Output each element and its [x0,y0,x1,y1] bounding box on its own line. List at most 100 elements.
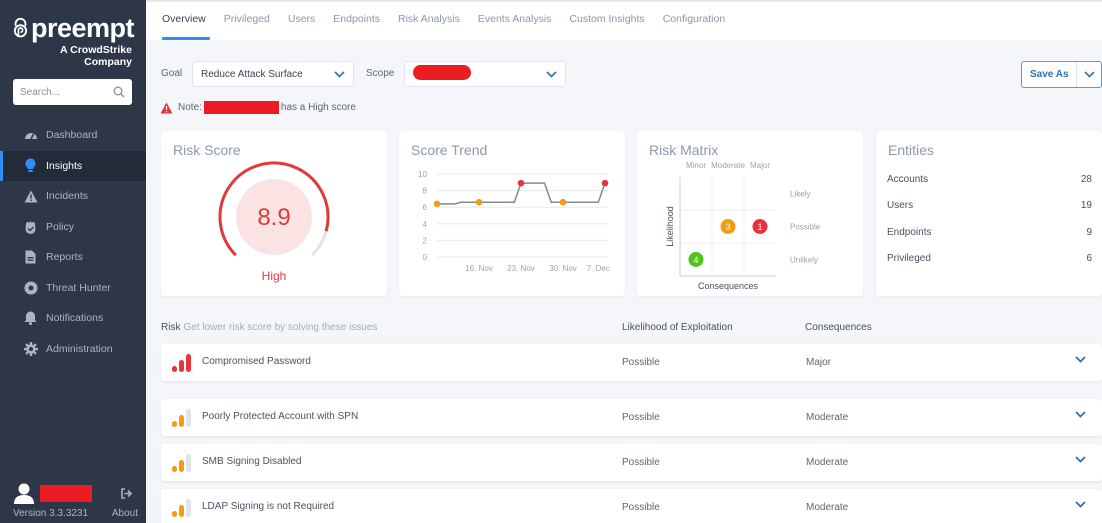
y-tick-label: 2 [423,236,428,245]
matrix-row-label: Likely [790,190,810,199]
sidebar-item-label: Policy [46,220,75,233]
risk-row[interactable]: LDAP Signing is not Required Possible Mo… [161,489,1102,523]
goal-select-value: Reduce Attack Surface [201,68,303,80]
entity-count: 6 [1086,253,1092,264]
tab-users[interactable]: Users [288,2,315,40]
brand-logo[interactable]: preempt A CrowdStrike Company [12,14,135,68]
risk-score-level: High [261,269,287,283]
sidebar-item-label: Administration [46,342,113,355]
sidebar-nav: Dashboard Insights Incidents Policy Repo… [0,120,146,364]
sidebar-item-label: Dashboard [46,129,98,142]
score-trend-chart: 0 2 4 6 8 10 16. Nov 23. Nov 30. Nov 7. Dec [418,170,610,273]
risk-consequences: Moderate [806,502,849,513]
top-tab-bar: Overview Privileged Users Endpoints Risk… [146,0,1102,40]
card-title: Entities [888,142,934,158]
save-as-dropdown-button[interactable] [1077,62,1101,87]
sidebar-item-dashboard[interactable]: Dashboard [0,120,146,151]
entity-row-users[interactable]: Users 19 [887,200,1092,211]
chevron-down-icon[interactable] [1075,501,1086,508]
save-as-button[interactable]: Save As [1022,62,1077,87]
risk-consequences: Moderate [806,412,849,423]
preempt-lock-icon [13,17,28,38]
entity-label: Accounts [887,174,929,185]
entity-row-accounts[interactable]: Accounts 28 [887,174,1092,185]
risk-score-card: Risk Score 8.9 High [161,131,387,296]
brand-tagline-line1: A CrowdStrike [60,44,132,56]
tab-endpoints[interactable]: Endpoints [333,2,380,40]
sidebar-item-reports[interactable]: Reports [0,242,146,273]
y-tick-label: 0 [423,253,428,262]
sidebar-item-insights[interactable]: Insights [0,150,146,181]
severity-medium-icon [172,409,191,427]
tab-risk-analysis[interactable]: Risk Analysis [398,2,460,40]
tab-privileged[interactable]: Privileged [224,2,270,40]
tab-overview[interactable]: Overview [162,2,210,40]
risk-header-label: Risk [161,322,181,333]
sidebar-item-notifications[interactable]: Notifications [0,303,146,334]
search-icon[interactable] [113,86,125,98]
about-link[interactable]: About [112,508,138,519]
user-avatar-icon[interactable] [13,483,35,504]
x-tick-label: 23. Nov [507,264,535,273]
chevron-down-icon[interactable] [1075,456,1086,463]
risk-name: LDAP Signing is not Required [202,501,335,512]
search-input[interactable]: Search... [13,79,132,105]
chevron-down-icon [546,70,557,78]
sidebar-item-threat-hunter[interactable]: Threat Hunter [0,273,146,304]
trend-point [601,179,609,187]
tab-custom-insights[interactable]: Custom Insights [569,2,644,40]
x-tick-label: 7. Dec [587,264,610,273]
chevron-down-icon [1083,71,1095,78]
brand-tagline-line2: Company [84,56,132,68]
logout-icon[interactable] [120,487,132,499]
entity-row-privileged[interactable]: Privileged 6 [887,253,1092,264]
matrix-y-axis-label: Likelihood [665,206,675,247]
sidebar-item-label: Incidents [46,190,89,203]
target-icon [23,280,38,295]
matrix-row-label: Possible [790,223,821,232]
chevron-down-icon[interactable] [1075,411,1086,418]
tab-configuration[interactable]: Configuration [663,2,725,40]
sidebar-item-label: Threat Hunter [46,281,111,294]
save-as-split-button: Save As [1021,61,1102,88]
warning-icon [160,102,173,113]
sidebar-item-policy[interactable]: Policy [0,212,146,243]
risk-row[interactable]: Compromised Password Possible Major [161,344,1102,381]
goal-select[interactable]: Reduce Attack Surface [192,61,354,87]
bell-icon [23,311,38,326]
sidebar-item-label: Insights [46,159,83,172]
tab-events-analysis[interactable]: Events Analysis [478,2,552,40]
lightbulb-icon [23,158,38,173]
risk-consequences: Major [806,357,832,368]
risk-row[interactable]: SMB Signing Disabled Possible Moderate [161,444,1102,481]
entity-count: 19 [1080,200,1092,211]
chevron-down-icon[interactable] [1075,356,1086,363]
entity-label: Endpoints [887,227,932,238]
note-entity-redacted [203,101,279,114]
document-icon [23,250,38,265]
risk-row[interactable]: Poorly Protected Account with SPN Possib… [161,399,1102,436]
risk-header-subtitle: Get lower risk score by solving these is… [183,322,378,333]
y-tick-label: 8 [423,187,428,196]
risk-score-value: 8.9 [257,204,291,231]
scope-label: Scope [366,68,395,79]
gear-icon [23,341,38,356]
filter-bar: Goal Reduce Attack Surface Scope Save As [146,61,1102,88]
score-trend-card: Score Trend 0 2 4 6 8 10 16. Nov 23. Nov 30. Nov… [399,131,625,296]
x-tick-label: 16. Nov [465,264,493,273]
note-suffix: has a High score [280,102,356,113]
risk-name: SMB Signing Disabled [202,456,302,467]
risk-name: Poorly Protected Account with SPN [202,411,359,422]
scope-select[interactable] [404,61,566,87]
sidebar: preempt A CrowdStrike Company Search... … [0,0,146,523]
matrix-x-axis-label: Consequences [698,281,759,291]
entity-row-endpoints[interactable]: Endpoints 9 [887,227,1092,238]
entity-label: Privileged [887,253,931,264]
trend-point [559,198,567,206]
sidebar-item-incidents[interactable]: Incidents [0,181,146,212]
search-placeholder: Search... [20,86,61,98]
username-redacted [40,484,92,502]
sidebar-item-administration[interactable]: Administration [0,334,146,365]
matrix-bubble-count: 3 [725,222,730,232]
matrix-row-label: Unlikely [790,256,818,265]
